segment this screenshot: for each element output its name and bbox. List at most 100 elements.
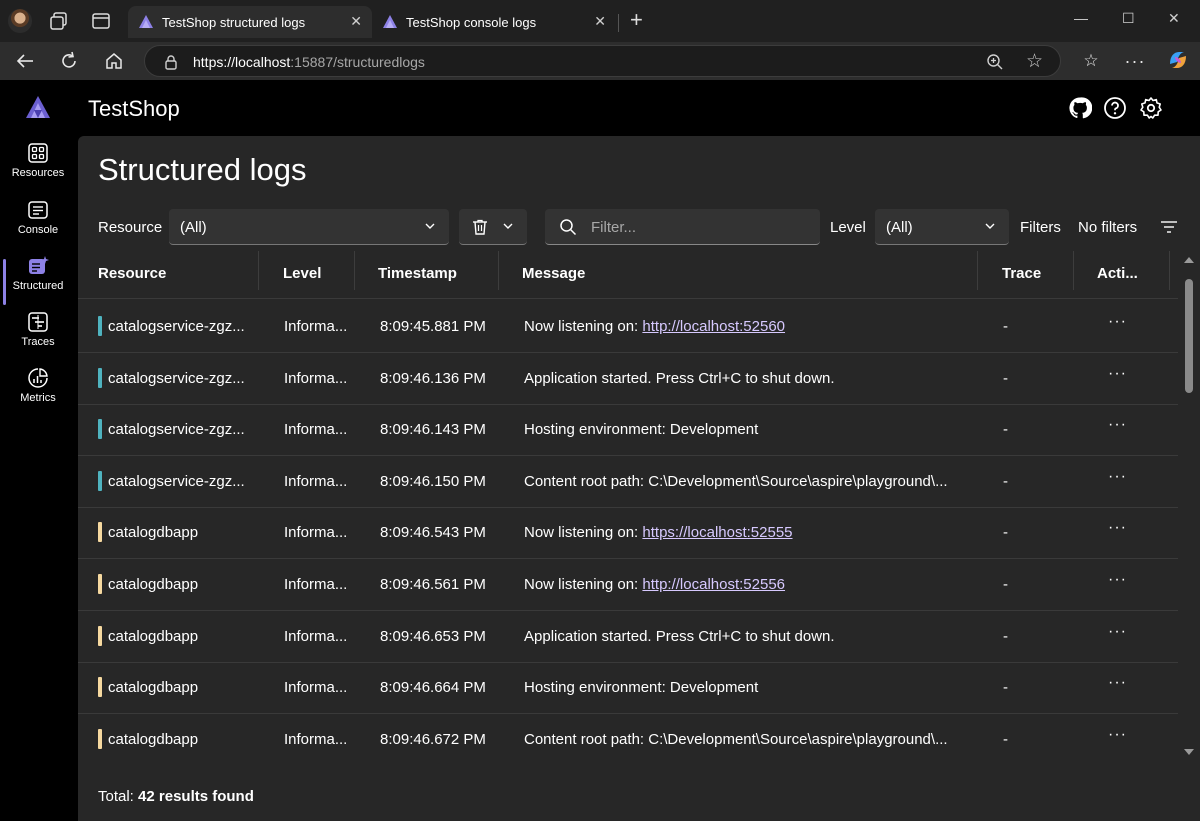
table-row[interactable]: catalogservice-zgz... Informa... 8:09:46.1… — [78, 353, 1178, 405]
zoom-icon[interactable] — [986, 53, 1004, 71]
sidebar-item-resources[interactable]: Resources — [0, 142, 76, 196]
resource-color-indicator — [98, 728, 102, 749]
row-actions-ellipsis-icon[interactable]: ··· — [1108, 365, 1127, 383]
column-resize-handle[interactable] — [498, 251, 499, 290]
resource-cell[interactable]: catalogservice-zgz... — [108, 421, 253, 438]
resource-color-indicator — [98, 470, 102, 491]
table-row[interactable]: catalogdbapp Informa... 8:09:46.561 PM Now … — [78, 559, 1178, 611]
row-actions-ellipsis-icon[interactable]: ··· — [1108, 726, 1127, 744]
message-cell: Now listening on: https://localhost:5255… — [524, 524, 974, 541]
scroll-up-arrow-icon[interactable] — [1184, 257, 1194, 263]
aspire-logo-icon[interactable] — [25, 95, 51, 119]
resource-cell[interactable]: catalogservice-zgz... — [108, 318, 253, 335]
sidebar-item-label: Console — [17, 224, 59, 236]
row-actions-ellipsis-icon[interactable]: ··· — [1108, 468, 1127, 486]
trace-cell: - — [1003, 524, 1008, 542]
filter-input[interactable] — [591, 217, 801, 237]
browser-tab-structured-logs[interactable]: TestShop structured logs ✕ — [128, 6, 372, 38]
resource-cell[interactable]: catalogdbapp — [108, 628, 253, 645]
sidebar-item-traces[interactable]: Traces — [0, 311, 76, 365]
close-tab-icon[interactable]: ✕ — [350, 13, 362, 30]
favorites-icon[interactable]: ☆ — [1080, 50, 1102, 72]
sidebar-item-console[interactable]: Console — [0, 199, 76, 253]
column-resize-handle[interactable] — [354, 251, 355, 290]
browser-tab-console-logs[interactable]: TestShop console logs ✕ — [372, 6, 616, 38]
settings-gear-icon[interactable] — [1139, 96, 1163, 120]
timestamp-cell: 8:09:46.543 PM — [380, 524, 486, 542]
sidebar-item-label: Metrics — [20, 392, 56, 404]
column-header-trace[interactable]: Trace — [1002, 265, 1041, 282]
message-link[interactable]: http://localhost:52556 — [642, 576, 785, 593]
row-actions-ellipsis-icon[interactable]: ··· — [1108, 313, 1127, 331]
aspire-tab-icon — [383, 15, 397, 28]
resource-color-indicator — [98, 625, 102, 646]
new-tab-icon[interactable]: + — [630, 9, 643, 31]
resource-cell[interactable]: catalogdbapp — [108, 679, 253, 696]
close-window-icon[interactable]: ✕ — [1168, 10, 1180, 27]
search-icon — [560, 219, 577, 236]
resource-cell[interactable]: catalogdbapp — [108, 576, 253, 593]
row-actions-ellipsis-icon[interactable]: ··· — [1108, 416, 1127, 434]
table-row[interactable]: catalogservice-zgz... Informa... 8:09:45.8… — [78, 301, 1178, 353]
resource-cell[interactable]: catalogdbapp — [108, 731, 253, 748]
filters-value[interactable]: No filters — [1078, 219, 1137, 236]
scrollbar-thumb[interactable] — [1185, 279, 1193, 393]
app-title[interactable]: TestShop — [88, 96, 180, 122]
message-text: Hosting environment: Development — [524, 679, 759, 697]
table-row[interactable]: catalogdbapp Informa... 8:09:46.664 PM Host… — [78, 662, 1178, 715]
profile-avatar[interactable] — [8, 9, 32, 33]
more-menu-icon[interactable]: ··· — [1124, 50, 1146, 72]
level-select[interactable]: (All) — [875, 209, 1009, 245]
resource-color-indicator — [98, 677, 102, 698]
column-header-timestamp[interactable]: Timestamp — [378, 265, 457, 282]
refresh-icon[interactable] — [58, 50, 80, 72]
column-resize-handle[interactable] — [1169, 251, 1170, 290]
table-row[interactable]: catalogdbapp Informa... 8:09:46.543 PM Now … — [78, 507, 1178, 560]
filter-search-box — [545, 209, 820, 245]
sidebar-item-metrics[interactable]: Metrics — [0, 367, 76, 421]
resource-cell[interactable]: catalogservice-zgz... — [108, 473, 253, 490]
column-header-actions[interactable]: Acti... — [1097, 265, 1138, 282]
scroll-down-arrow-icon[interactable] — [1184, 749, 1194, 755]
column-resize-handle[interactable] — [258, 251, 259, 290]
back-icon[interactable] — [14, 50, 36, 72]
row-actions-ellipsis-icon[interactable]: ··· — [1108, 674, 1127, 692]
workspaces-icon[interactable] — [48, 10, 70, 32]
favorite-star-icon[interactable]: ☆ — [1026, 50, 1043, 73]
grid-scrollbar[interactable] — [1182, 251, 1196, 763]
resource-select[interactable]: (All) — [169, 209, 449, 245]
home-icon[interactable] — [103, 50, 125, 72]
message-link[interactable]: http://localhost:52560 — [642, 318, 785, 335]
column-header-resource[interactable]: Resource — [98, 265, 166, 282]
resource-cell[interactable]: catalogdbapp — [108, 524, 253, 541]
table-row[interactable]: catalogservice-zgz... Informa... 8:09:46.1… — [78, 456, 1178, 508]
row-actions-ellipsis-icon[interactable]: ··· — [1108, 623, 1127, 641]
row-actions-ellipsis-icon[interactable]: ··· — [1108, 519, 1127, 537]
github-icon[interactable] — [1068, 96, 1092, 120]
clear-logs-button[interactable] — [459, 209, 527, 245]
row-actions-ellipsis-icon[interactable]: ··· — [1108, 571, 1127, 589]
copilot-icon[interactable] — [1166, 48, 1190, 72]
level-cell: Informa... — [284, 730, 348, 748]
url-field[interactable]: https://localhost:15887/structuredlogs ☆ — [144, 45, 1061, 77]
minimize-icon[interactable]: — — [1074, 10, 1088, 26]
table-row[interactable]: catalogservice-zgz... Informa... 8:09:46.1… — [78, 404, 1178, 457]
close-tab-icon[interactable]: ✕ — [594, 13, 606, 30]
log-toolbar: Resource (All) Filter... Level (All) Fil… — [78, 208, 1200, 246]
help-icon[interactable] — [1103, 96, 1127, 120]
sidebar-item-label: Structured — [12, 280, 64, 292]
column-header-level[interactable]: Level — [283, 265, 321, 282]
maximize-icon[interactable]: ☐ — [1122, 10, 1135, 27]
column-resize-handle[interactable] — [977, 251, 978, 290]
sidebar-item-structured[interactable]: Structured — [0, 255, 76, 309]
resource-cell[interactable]: catalogservice-zgz... — [108, 370, 253, 387]
browser-tab-bar: TestShop structured logs ✕ TestShop cons… — [0, 0, 1200, 42]
filter-lines-icon[interactable] — [1160, 219, 1178, 235]
column-resize-handle[interactable] — [1073, 251, 1074, 290]
message-link[interactable]: https://localhost:52555 — [642, 524, 792, 541]
lock-icon[interactable] — [163, 54, 179, 70]
column-header-message[interactable]: Message — [522, 265, 585, 282]
table-row[interactable]: catalogdbapp Informa... 8:09:46.672 PM Cont… — [78, 714, 1178, 763]
table-row[interactable]: catalogdbapp Informa... 8:09:46.653 PM Appl… — [78, 611, 1178, 663]
tab-actions-icon[interactable] — [90, 10, 112, 32]
